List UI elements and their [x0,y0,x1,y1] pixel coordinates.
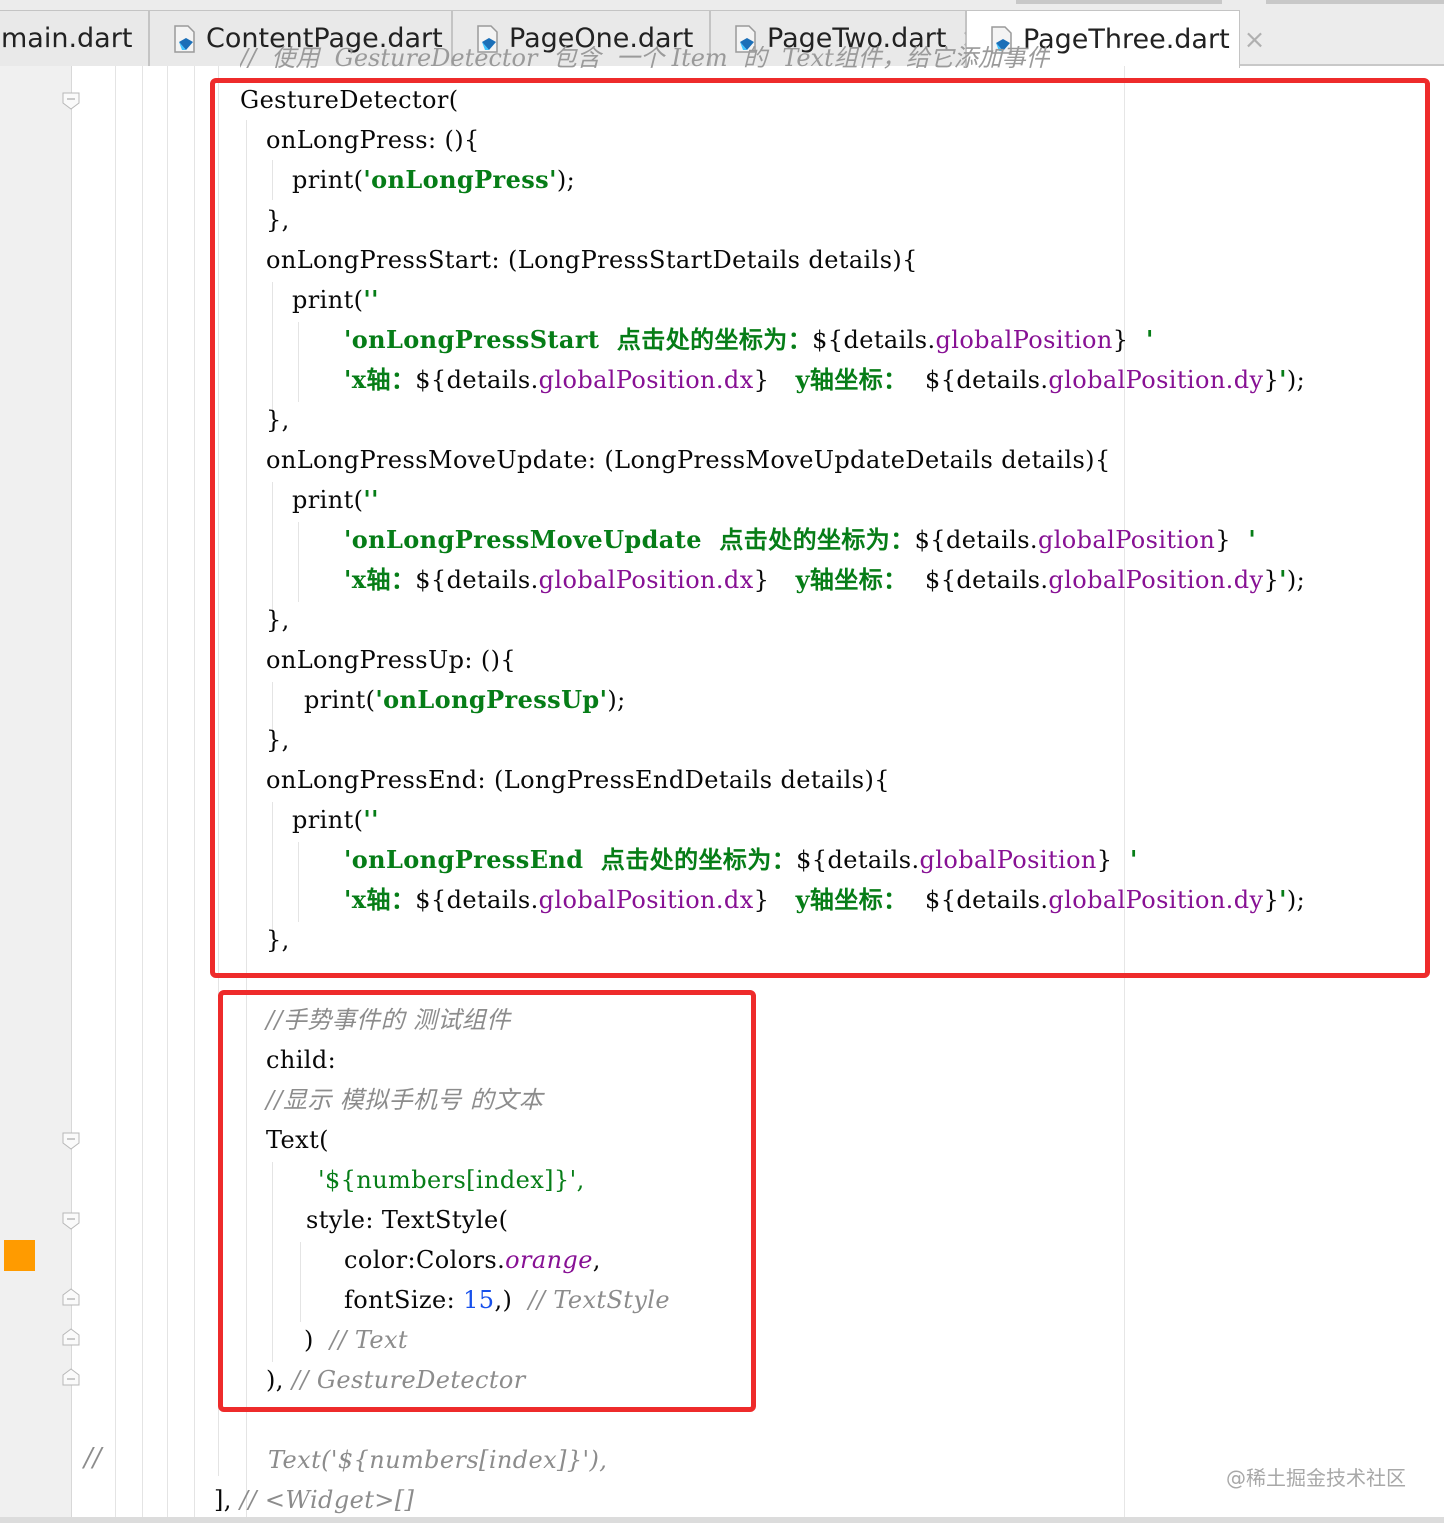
color-swatch-icon[interactable] [4,1240,35,1271]
tab-top-strip [1016,0,1222,4]
gutter-comment: // [84,1443,102,1473]
fold-end-marker-icon[interactable] [62,1288,80,1306]
window-bottom-border [0,1517,1444,1523]
indent-guide [115,66,116,1523]
fold-end-marker-icon[interactable] [62,1368,80,1386]
code-comment: Text('${numbers[index]}'), [268,1446,608,1474]
code-line-partial: // 使用 GestureDetector 包含 一个 Item 的 Text组… [240,46,1050,72]
editor-gutter [0,66,80,1523]
tab-main-dart[interactable]: main.dart × [0,10,168,66]
tab-label: main.dart [1,23,133,54]
tab-top-strip [1266,0,1444,4]
highlight-box-gesture-callbacks [210,78,1430,978]
fold-marker-icon[interactable] [62,92,80,110]
close-icon[interactable]: × [1244,25,1266,55]
code-line: ], // <Widget>[] [214,1486,415,1514]
indent-guide [142,66,143,1523]
indent-guide [167,66,168,1523]
watermark: @稀土掘金技术社区 [1226,1466,1406,1490]
fold-end-marker-icon[interactable] [62,1328,80,1346]
fold-marker-icon[interactable] [62,1212,80,1230]
tab-label: PageThree.dart [1023,24,1230,55]
fold-marker-icon[interactable] [62,1132,80,1150]
dart-file-icon [174,24,195,53]
indent-guide [194,66,195,1523]
highlight-box-child-text [218,990,756,1412]
